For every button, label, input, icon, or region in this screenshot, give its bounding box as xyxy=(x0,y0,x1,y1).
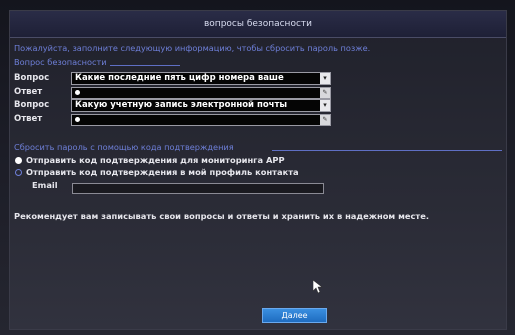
answer-2-input[interactable]: ✎ xyxy=(71,114,331,126)
security-section-label: Вопрос безопасности xyxy=(14,57,107,67)
question-2-select[interactable]: Какую учетную запись электронной почты ▾ xyxy=(71,99,331,112)
reset-section-divider xyxy=(272,150,502,151)
dialog-title: вопросы безопасности xyxy=(10,11,506,38)
email-field[interactable] xyxy=(72,183,324,194)
caret-dot xyxy=(75,90,80,95)
answer-1-input[interactable]: ✎ xyxy=(71,87,331,99)
pencil-icon[interactable]: ✎ xyxy=(320,88,330,98)
mouse-pointer-icon xyxy=(313,280,323,294)
caret-dot xyxy=(75,117,80,122)
answer-2-label: Ответ xyxy=(14,114,43,124)
screen: вопросы безопасности Пожалуйста, заполни… xyxy=(0,0,515,335)
email-label: Email xyxy=(32,180,58,190)
question-1-select[interactable]: Какие последние пять цифр номера ваше ▾ xyxy=(71,72,331,85)
chevron-down-icon[interactable]: ▾ xyxy=(320,73,330,84)
radio-app-option[interactable] xyxy=(15,157,22,164)
reset-section-label: Сбросить пароль с помощью кода подтвержд… xyxy=(14,142,234,152)
radio-contact-option[interactable] xyxy=(15,169,22,176)
chevron-down-icon[interactable]: ▾ xyxy=(320,100,330,111)
next-button[interactable]: Далее xyxy=(262,308,327,323)
intro-text: Пожалуйста, заполните следующую информац… xyxy=(14,43,371,53)
question-1-label: Вопрос xyxy=(14,73,50,83)
option-contact-label[interactable]: Отправить код подтверждения в мой профил… xyxy=(26,167,299,177)
pencil-icon[interactable]: ✎ xyxy=(320,115,330,125)
answer-1-label: Ответ xyxy=(14,87,43,97)
security-questions-dialog: вопросы безопасности Пожалуйста, заполни… xyxy=(9,10,507,330)
security-section-divider xyxy=(110,65,180,66)
question-2-value: Какую учетную запись электронной почты xyxy=(75,100,288,110)
recommendation-note: Рекомендует вам записывать свои вопросы … xyxy=(14,211,430,221)
question-2-label: Вопрос xyxy=(14,100,50,110)
question-1-value: Какие последние пять цифр номера ваше xyxy=(75,73,284,83)
option-app-label[interactable]: Отправить код подтверждения для монитори… xyxy=(26,155,285,165)
